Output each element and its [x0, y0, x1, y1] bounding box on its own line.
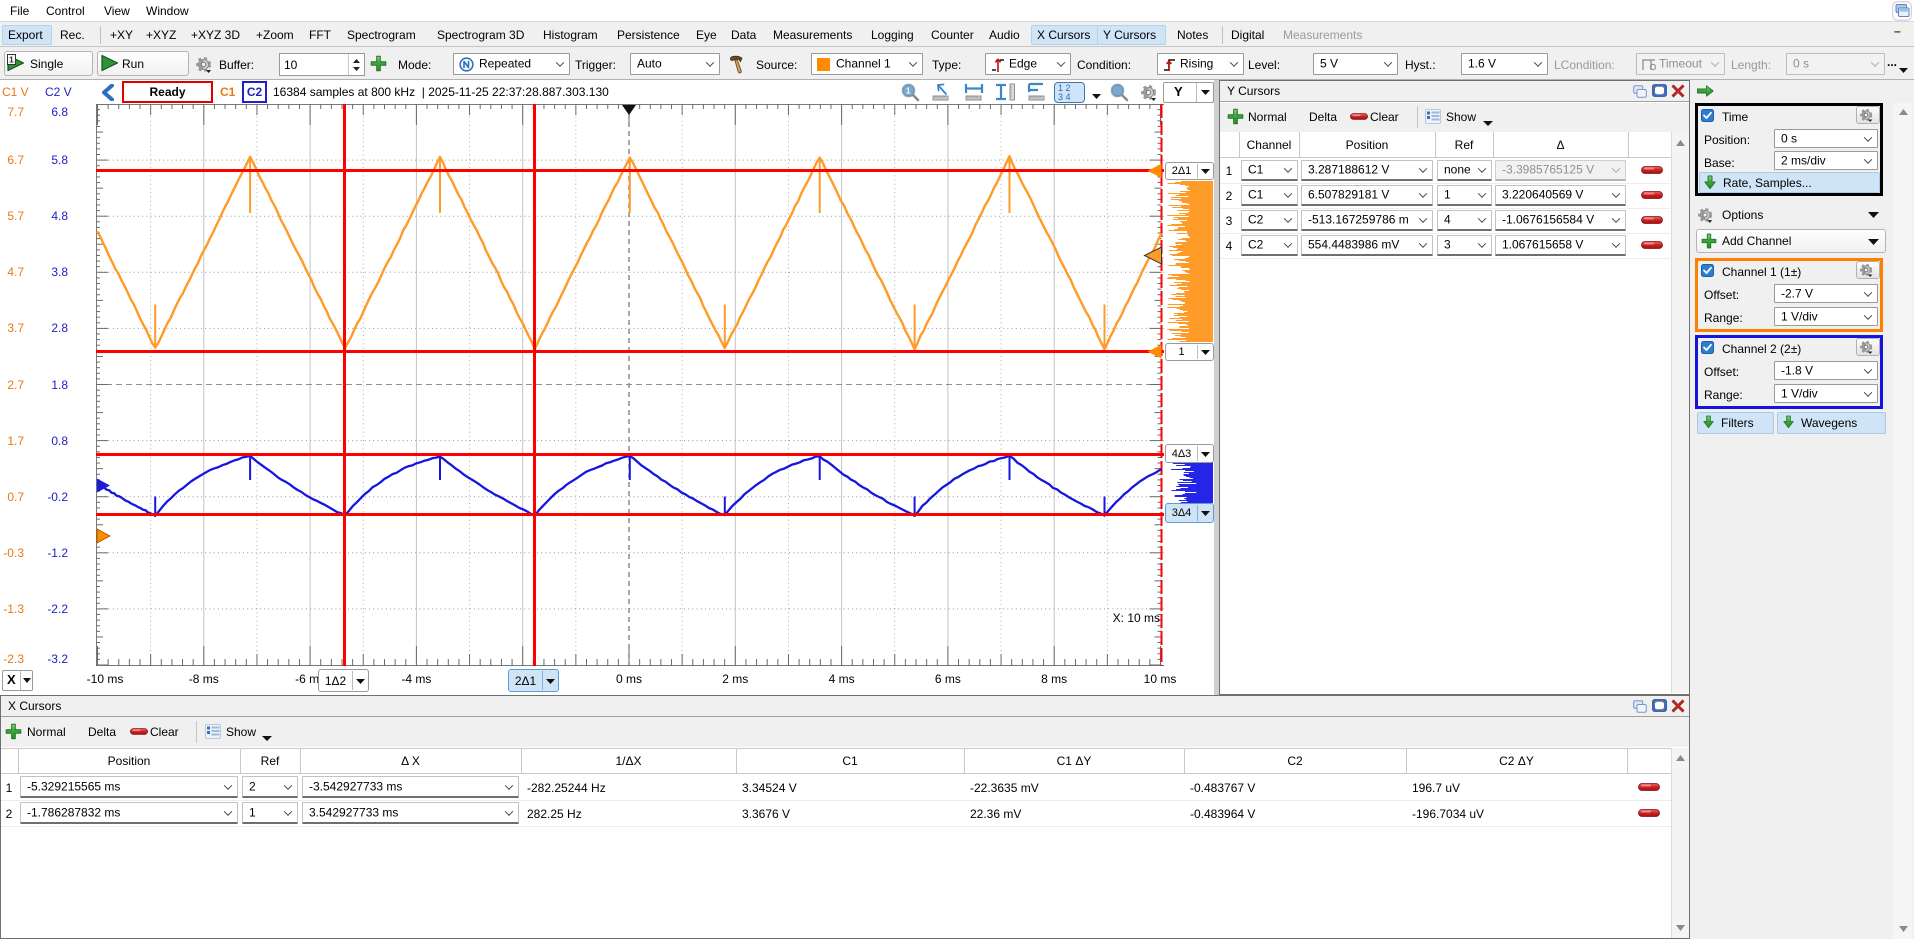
svg-text:1: 1 [906, 87, 911, 96]
svg-text:1: 1 [9, 55, 14, 65]
